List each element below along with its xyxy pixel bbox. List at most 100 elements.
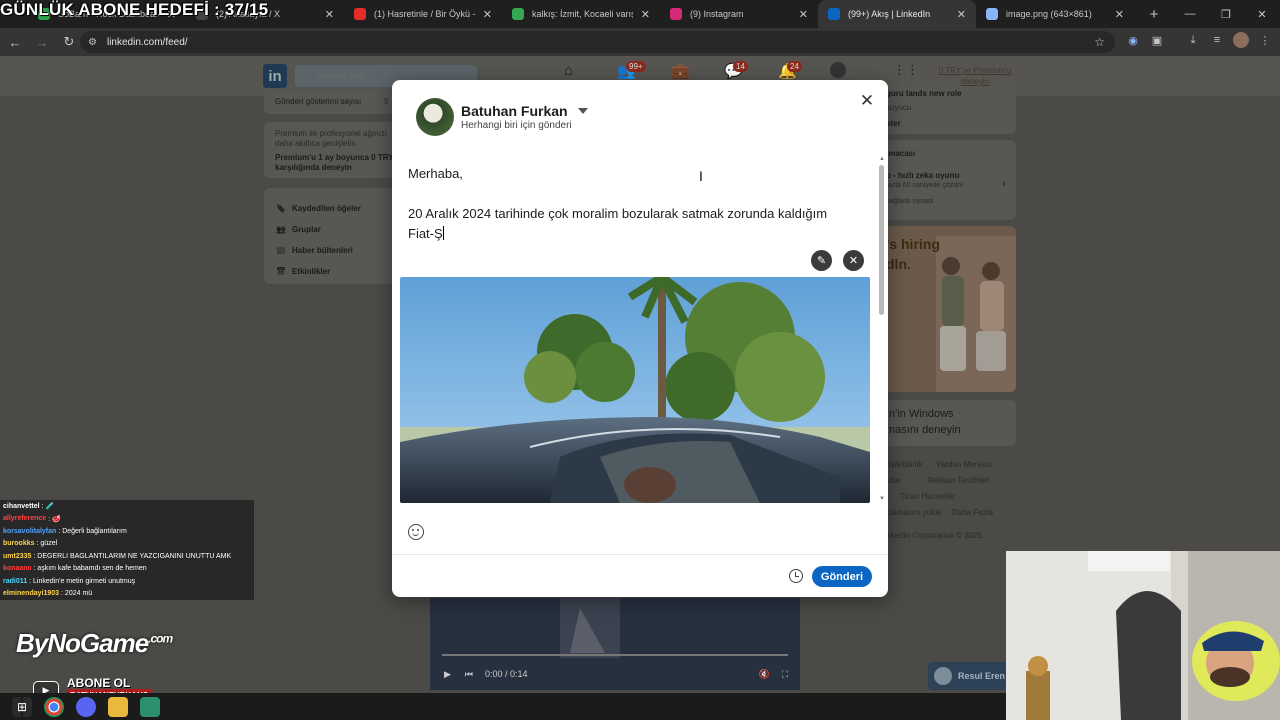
mute-icon[interactable]: 🔇	[758, 669, 769, 680]
new-tab-button[interactable]: +	[1144, 6, 1164, 23]
remove-media-button[interactable]: ✕	[843, 250, 864, 271]
text-cursor-pointer-icon: I	[699, 168, 703, 184]
network-badge: 99+	[626, 61, 646, 72]
browser-tab[interactable]: image.png (643×861) ✕	[976, 0, 1134, 28]
game-title[interactable]: p - hızlı zeka oyunu	[886, 171, 959, 180]
edit-media-button[interactable]: ✎	[811, 250, 832, 271]
back-icon[interactable]: ←	[3, 30, 27, 54]
scroll-down-icon[interactable]: ▼	[878, 496, 886, 502]
tab-close-icon[interactable]: ✕	[1115, 8, 1124, 21]
linkedin-logo[interactable]: in	[263, 64, 287, 88]
webcam-image	[1006, 551, 1280, 720]
tab-close-icon[interactable]: ✕	[325, 8, 334, 21]
footer-link[interactable]: Reklam Tercihleri	[928, 476, 989, 485]
explorer-icon[interactable]	[108, 696, 128, 717]
post-text-editor[interactable]: Merhaba, 20 Aralık 2024 tarihinde çok mo…	[408, 164, 858, 244]
tab-close-icon[interactable]: ✕	[799, 8, 808, 21]
news-meta: kuyucu	[886, 103, 912, 112]
scroll-thumb[interactable]	[879, 165, 884, 315]
fullscreen-icon[interactable]: ⛶	[782, 669, 788, 680]
scroll-up-icon[interactable]: ▲	[878, 156, 886, 162]
footer-link[interactable]: Ticari Hizmetler	[900, 492, 955, 501]
discord-icon[interactable]	[76, 696, 96, 717]
reading-list-icon[interactable]: ≡	[1209, 32, 1225, 48]
me-avatar[interactable]	[830, 62, 846, 78]
extensions-area: ◉ ▣	[1125, 32, 1165, 48]
profile-avatar[interactable]	[1233, 32, 1249, 48]
windows-card[interactable]: In'in Windows masını deneyin	[876, 400, 1016, 446]
visibility-label[interactable]: Herhangi biri için gönderi	[461, 120, 572, 131]
browser-tab[interactable]: (9) Instagram ✕	[660, 0, 818, 28]
chat-text: : güzel	[36, 540, 58, 548]
game-card: lmacası p - hızlı zeka oyunu fazla 60 sa…	[876, 140, 1016, 220]
chat-username: radi011	[3, 577, 28, 585]
chevron-right-icon[interactable]: ›	[1002, 178, 1006, 190]
search-icon: ⌕	[303, 70, 309, 82]
news-headline[interactable]: guru lands new role	[886, 89, 962, 98]
footer-link[interactable]: Yardım Merkezi	[936, 460, 991, 469]
close-icon[interactable]: ✕	[858, 91, 876, 110]
window-controls: — ❐ ✕	[1172, 0, 1280, 28]
tab-close-icon[interactable]: ✕	[483, 8, 492, 21]
jobs-icon[interactable]: 💼	[671, 62, 690, 80]
video-progress[interactable]	[442, 654, 788, 656]
author-selector[interactable]: Batuhan Furkan	[461, 103, 588, 119]
footer-link[interactable]: ulamasını yükle	[886, 508, 942, 517]
schedule-clock-icon[interactable]	[789, 569, 803, 583]
toast-name: Resul Eren	[958, 671, 1006, 681]
news-card: guru lands new role kuyucu ster	[876, 86, 1016, 134]
browser-tab[interactable]: kalkış: İzmit, Kocaeli varış: Mosk ✕	[502, 0, 660, 28]
restore-icon[interactable]: ❐	[1208, 0, 1244, 28]
subscribe-text: ABONE OL	[67, 676, 131, 690]
author-avatar[interactable]	[416, 98, 454, 136]
feed-video-player[interactable]: ▶ ⏮ 0:00 / 0:14 🔇 ⛶	[430, 598, 800, 690]
chat-text: : aşkım kafe babamdı sen de hemen	[33, 565, 147, 573]
twitch-icon[interactable]	[140, 696, 160, 717]
chat-text: : 2024 mü	[61, 589, 93, 597]
browser-tab[interactable]: (99+) Akış | LinkedIn ✕	[818, 0, 976, 28]
message-toast[interactable]: Resul Eren	[928, 662, 1008, 690]
tab-close-icon[interactable]: ✕	[957, 8, 966, 21]
previous-icon[interactable]: ⏮	[465, 669, 473, 680]
home-icon[interactable]: ⌂	[564, 62, 573, 79]
reload-icon[interactable]: ↻	[57, 30, 81, 54]
chat-text: : 🧪	[41, 503, 55, 511]
menu-icon[interactable]: ⋮	[1257, 32, 1273, 48]
download-icon[interactable]: ⤓	[1185, 32, 1201, 48]
show-more-button[interactable]: ster	[886, 119, 901, 128]
shortcut-item[interactable]: 👥 Gruplar	[276, 219, 361, 240]
bookmark-star-icon[interactable]: ☆	[1094, 35, 1105, 49]
premium-link[interactable]: 0 TRY'ye Premium'u deneyin	[935, 65, 1015, 87]
premium-offer-link[interactable]: Premium'u 1 ay boyunca 0 TRY karşılığınd…	[275, 153, 400, 173]
shortcut-item[interactable]: 📅 Etkinlikler	[276, 261, 361, 282]
views-value: 9	[384, 97, 389, 106]
apps-grid-icon[interactable]: ⋮⋮	[893, 62, 919, 78]
audio-icon[interactable]: ◉	[1125, 32, 1141, 48]
window-close-icon[interactable]: ✕	[1244, 0, 1280, 28]
shortcut-item[interactable]: 📰 Haber bültenleri	[276, 240, 361, 261]
minimize-icon[interactable]: —	[1172, 0, 1208, 28]
dialog-scrollbar[interactable]: ▲ ▼	[878, 156, 886, 504]
footer-link[interactable]: rişilebilirlik	[886, 460, 922, 469]
site-info-icon[interactable]: ⚙	[88, 37, 97, 48]
footer-link[interactable]: ullar	[886, 476, 901, 485]
calendar-icon: 📅	[276, 267, 286, 276]
tab-close-icon[interactable]: ✕	[641, 8, 650, 21]
premium-card: Premium ile profesyonel ağınızı daha akı…	[264, 122, 404, 178]
ad-card[interactable]: 's hiring dln.	[876, 226, 1016, 392]
shortcut-item[interactable]: 🔖 Kaydedilen öğeler	[276, 198, 361, 219]
post-button[interactable]: Gönderi	[812, 566, 872, 587]
extensions-icon[interactable]: ▣	[1149, 32, 1165, 48]
emoji-icon[interactable]	[408, 524, 424, 540]
forward-icon[interactable]: →	[30, 30, 54, 54]
windows-start-icon[interactable]: ⊞	[12, 696, 32, 717]
chat-message: konaanıı: aşkım kafe babamdı sen de heme…	[0, 562, 254, 575]
search-placeholder: Arama yap	[316, 70, 365, 82]
footer-link[interactable]: Daha Fazla	[952, 508, 993, 517]
omnibox[interactable]: ⚙ linkedin.com/feed/ ☆	[80, 31, 1115, 53]
views-card[interactable]: Gönderi gösterimi sayısı 9	[264, 92, 404, 114]
chrome-icon[interactable]	[44, 696, 64, 717]
play-icon[interactable]: ▶	[444, 669, 451, 680]
bynogame-suffix: .com	[148, 631, 173, 646]
browser-tab[interactable]: (1) Hasretinle / Bir Öykü - Y ✕	[344, 0, 502, 28]
